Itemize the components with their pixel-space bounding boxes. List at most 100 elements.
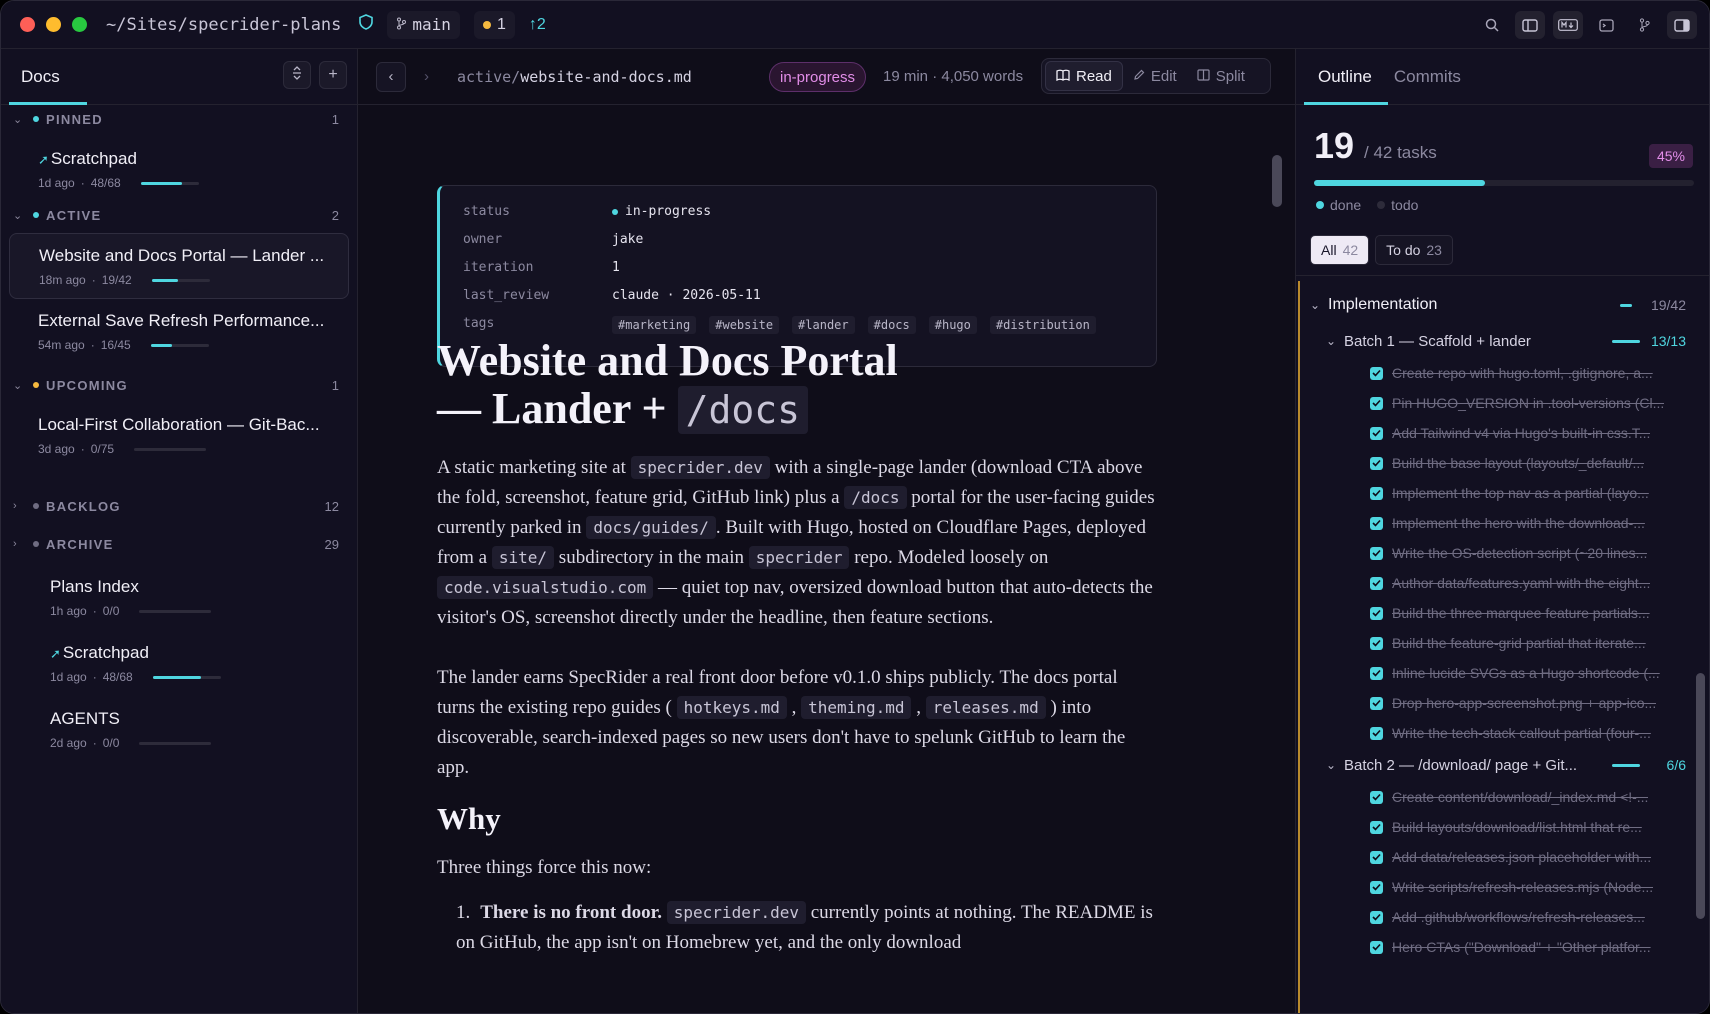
doc-progress: 0/75 — [90, 442, 115, 456]
filter-todo-button[interactable]: To do 23 — [1375, 235, 1453, 265]
minimize-window-button[interactable] — [46, 17, 61, 32]
group-pinned[interactable]: ⌄ PINNED 1 — [1, 107, 358, 131]
git-branch-icon[interactable] — [1629, 11, 1659, 39]
tab-outline[interactable]: Outline — [1318, 67, 1372, 87]
task-item[interactable]: Hero CTAs ("Download" + "Other platfor..… — [1370, 936, 1680, 958]
task-item[interactable]: Write scripts/refresh-releases.mjs (Node… — [1370, 876, 1680, 898]
task-item[interactable]: Create content/download/_index.md <!-... — [1370, 786, 1680, 808]
group-backlog[interactable]: › BACKLOG 12 — [1, 494, 358, 518]
task-item[interactable]: Build the base layout (layouts/_default/… — [1370, 452, 1680, 474]
inline-code: hotkeys.md — [676, 696, 787, 719]
task-item[interactable]: Author data/features.yaml with the eight… — [1370, 572, 1680, 594]
filter-all-count: 42 — [1342, 242, 1359, 258]
doc-title-text: Scratchpad — [50, 149, 137, 168]
checkbox-checked-icon[interactable] — [1370, 880, 1383, 894]
sidebar-toggle-icon[interactable] — [1515, 11, 1545, 39]
right-panel-toggle-icon[interactable] — [1667, 11, 1697, 39]
group-archive[interactable]: › ARCHIVE 29 — [1, 532, 358, 556]
branch-selector[interactable]: main — [387, 10, 460, 39]
checkbox-checked-icon[interactable] — [1370, 666, 1383, 680]
outline-section-implementation[interactable]: ⌄ Implementation 19/42 — [1310, 291, 1690, 319]
doc-item-website-docs[interactable]: Website and Docs Portal — Lander ... 18m… — [9, 233, 349, 299]
terminal-icon[interactable] — [1591, 11, 1621, 39]
split-mode-button[interactable]: Split — [1187, 61, 1255, 91]
doc-item-local-first[interactable]: Local-First Collaboration — Git-Bac... 3… — [9, 403, 349, 467]
checkbox-checked-icon[interactable] — [1370, 486, 1383, 500]
maximize-window-button[interactable] — [72, 17, 87, 32]
group-label: ARCHIVE — [46, 536, 114, 552]
doc-item-scratchpad[interactable]: ➚ Scratchpad 1d ago · 48/68 — [9, 137, 349, 201]
add-doc-button[interactable]: + — [319, 61, 347, 89]
tag[interactable]: #docs — [867, 316, 916, 334]
doc-progress-bar — [151, 278, 210, 282]
doc-item-plans-index[interactable]: Plans Index 1h ago · 0/0 — [21, 565, 361, 629]
task-item[interactable]: Add .github/workflows/refresh-releases..… — [1370, 906, 1680, 928]
checkbox-checked-icon[interactable] — [1370, 696, 1383, 710]
checkbox-checked-icon[interactable] — [1370, 426, 1383, 440]
task-item[interactable]: Write the OS-detection script (~20 lines… — [1370, 542, 1680, 564]
tab-commits[interactable]: Commits — [1394, 67, 1461, 87]
task-item[interactable]: Add data/releases.json placeholder with.… — [1370, 846, 1680, 868]
group-upcoming[interactable]: ⌄ UPCOMING 1 — [1, 373, 358, 397]
checkbox-checked-icon[interactable] — [1370, 636, 1383, 650]
tag[interactable]: #lander — [792, 316, 855, 334]
task-item[interactable]: Build layouts/download/list.html that re… — [1370, 816, 1680, 838]
edit-mode-button[interactable]: Edit — [1123, 61, 1187, 91]
back-button[interactable]: ‹ — [376, 61, 406, 92]
meta-separator: · — [80, 442, 85, 456]
task-item[interactable]: Write the tech-stack callout partial (fo… — [1370, 722, 1680, 744]
doc-item-agents[interactable]: AGENTS 2d ago · 0/0 — [21, 697, 361, 761]
checkbox-checked-icon[interactable] — [1370, 606, 1383, 620]
collapse-all-button[interactable] — [283, 61, 311, 89]
filter-all-button[interactable]: All 42 — [1310, 235, 1370, 265]
doc-meta: 2d ago · 0/0 — [50, 736, 212, 750]
tag[interactable]: #marketing — [612, 316, 697, 334]
checkbox-checked-icon[interactable] — [1370, 396, 1383, 410]
tag[interactable]: #hugo — [928, 316, 977, 334]
read-mode-button[interactable]: Read — [1045, 61, 1123, 91]
checkbox-checked-icon[interactable] — [1370, 576, 1383, 590]
outline-scrollbar[interactable] — [1696, 673, 1705, 919]
checkbox-checked-icon[interactable] — [1370, 546, 1383, 560]
meta-separator: · — [92, 736, 97, 750]
doc-title: AGENTS — [50, 709, 120, 728]
task-item[interactable]: Add Tailwind v4 via Hugo's built-in css.… — [1370, 422, 1680, 444]
close-window-button[interactable] — [20, 17, 35, 32]
tag[interactable]: #website — [709, 316, 780, 334]
checkbox-checked-icon[interactable] — [1370, 366, 1383, 380]
task-item[interactable]: Implement the top nav as a partial (layo… — [1370, 482, 1680, 504]
doc-meta: 1d ago · 48/68 — [50, 670, 221, 684]
content-scrollbar[interactable] — [1272, 155, 1282, 207]
group-active[interactable]: ⌄ ACTIVE 2 — [1, 203, 358, 227]
checkbox-checked-icon[interactable] — [1370, 726, 1383, 740]
task-item[interactable]: Build the feature-grid partial that iter… — [1370, 632, 1680, 654]
commits-ahead[interactable]: ↑2 — [529, 16, 546, 34]
outline-batch-1[interactable]: ⌄ Batch 1 — Scaffold + lander 13/13 — [1326, 327, 1692, 355]
doc-progress: 48/68 — [90, 176, 121, 190]
chevron-right-icon[interactable]: › — [424, 68, 429, 85]
doc-item-external-save[interactable]: External Save Refresh Performance... 54m… — [9, 299, 349, 363]
task-item[interactable]: Create repo with hugo.toml, .gitignore, … — [1370, 362, 1680, 384]
outline-batch-2[interactable]: ⌄ Batch 2 — /download/ page + Git... 6/6 — [1326, 751, 1692, 779]
task-item[interactable]: Inline lucide SVGs as a Hugo shortcode (… — [1370, 662, 1680, 684]
sidebar-title[interactable]: Docs — [21, 67, 60, 87]
doc-item-scratchpad-archive[interactable]: ➚ Scratchpad 1d ago · 48/68 — [21, 631, 361, 695]
inline-code: theming.md — [801, 696, 912, 719]
status-badge[interactable]: in-progress — [769, 62, 867, 92]
checkbox-checked-icon[interactable] — [1370, 910, 1383, 924]
task-item[interactable]: Implement the hero with the download-... — [1370, 512, 1680, 534]
checkbox-checked-icon[interactable] — [1370, 850, 1383, 864]
changes-badge[interactable]: 1 — [473, 10, 515, 39]
checkbox-checked-icon[interactable] — [1370, 820, 1383, 834]
checkbox-checked-icon[interactable] — [1370, 456, 1383, 470]
tag[interactable]: #distribution — [989, 316, 1096, 334]
checkbox-checked-icon[interactable] — [1370, 790, 1383, 804]
pin-icon: ➚ — [38, 152, 49, 167]
task-item[interactable]: Pin HUGO_VERSION in .tool-versions (Cl..… — [1370, 392, 1680, 414]
markdown-icon[interactable] — [1553, 11, 1583, 39]
checkbox-checked-icon[interactable] — [1370, 940, 1383, 954]
task-item[interactable]: Build the three marquee feature partials… — [1370, 602, 1680, 624]
task-item[interactable]: Drop hero-app-screenshot.png + app-ico..… — [1370, 692, 1680, 714]
checkbox-checked-icon[interactable] — [1370, 516, 1383, 530]
search-icon[interactable] — [1477, 11, 1507, 39]
